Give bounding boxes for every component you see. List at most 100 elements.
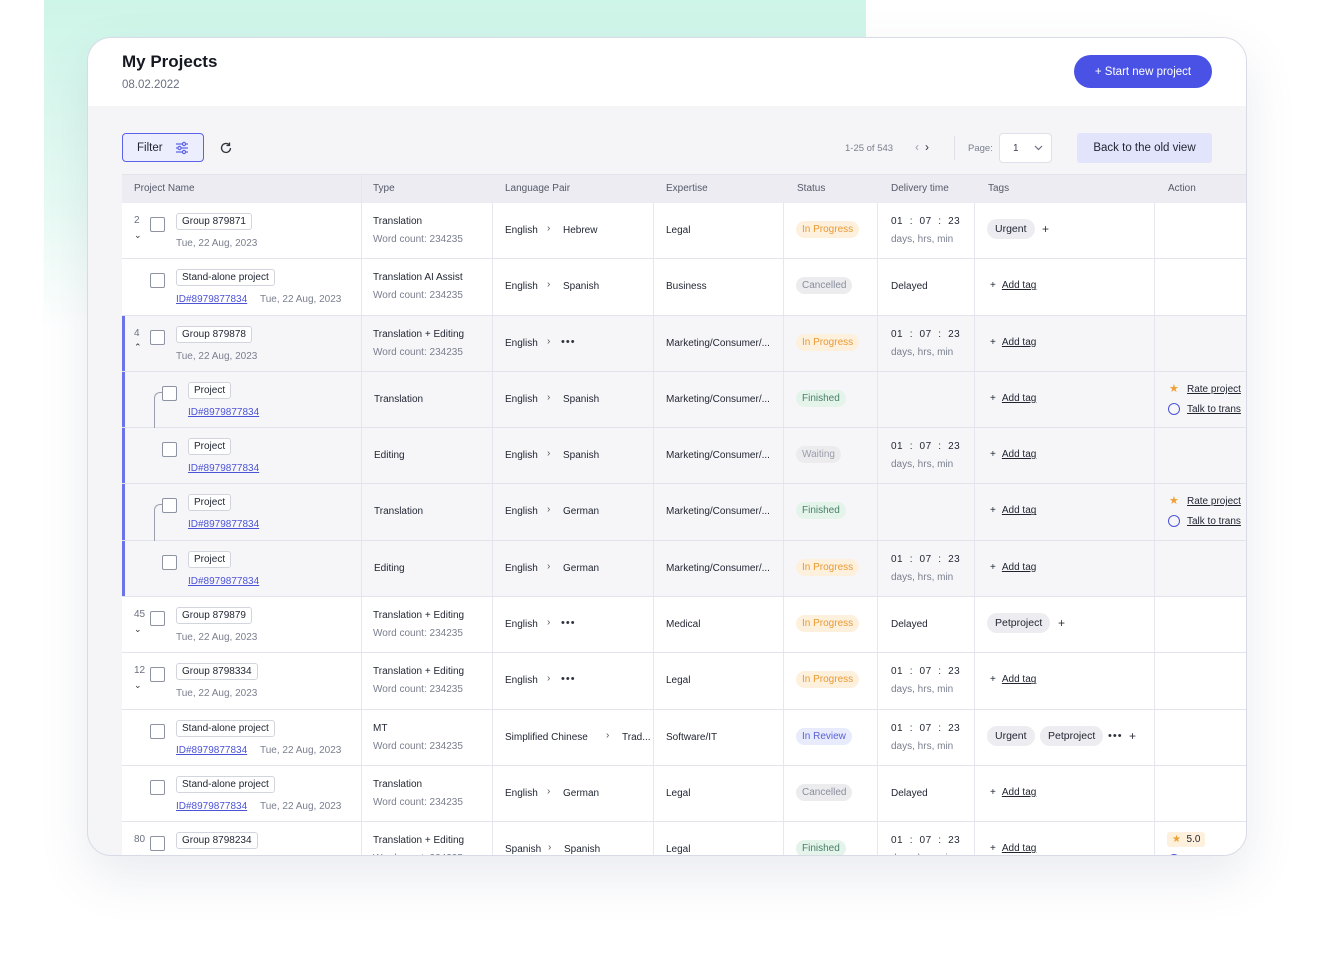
project-id-link[interactable]: ID#8979877834	[188, 519, 259, 530]
col-tags[interactable]: Tags	[988, 183, 1009, 194]
row-checkbox[interactable]	[150, 836, 165, 852]
add-tag-button[interactable]: + Add tag	[990, 280, 1036, 291]
refresh-icon[interactable]	[219, 141, 233, 155]
star-icon: ★	[1169, 382, 1179, 395]
tag-chip[interactable]: Petproject	[1040, 725, 1104, 746]
delivery-countdown: 01 : 07 : 23	[891, 441, 961, 453]
row-checkbox[interactable]	[162, 498, 177, 514]
source-language: Spanish	[505, 844, 542, 856]
col-expertise[interactable]: Expertise	[666, 183, 708, 194]
table-row[interactable]: Project ID#8979877834 Editing English › Germa…	[122, 540, 1246, 598]
group-name[interactable]: Group 879879	[176, 607, 252, 625]
row-checkbox[interactable]	[150, 329, 165, 345]
app-window: My Projects 08.02.2022 + Start new proje…	[87, 37, 1247, 856]
rate-project-link[interactable]: Rate project	[1187, 384, 1241, 395]
talk-to-translator-link[interactable]: Talk to trans	[1187, 404, 1241, 415]
row-checkbox[interactable]	[150, 273, 165, 289]
col-type[interactable]: Type	[373, 183, 395, 194]
project-name[interactable]: Stand-alone project	[176, 269, 275, 287]
table-row[interactable]: Project ID#8979877834 Translation English › G…	[122, 484, 1246, 563]
page-select[interactable]: 1	[999, 133, 1052, 163]
row-checkbox[interactable]	[150, 611, 165, 627]
table-row[interactable]: 2 ⌄ Group 879871 Tue, 22 Aug, 2023 Translati…	[122, 203, 1246, 260]
project-name[interactable]: Stand-alone project	[176, 775, 275, 793]
chevron-down-icon[interactable]: ⌄	[134, 849, 142, 855]
talk-to-translator-link[interactable]: Talk to tran	[1187, 855, 1236, 856]
chevron-up-icon[interactable]: ⌃	[134, 342, 142, 353]
delivery-units: days, hrs, min	[891, 740, 954, 752]
col-action[interactable]: Action	[1168, 183, 1196, 194]
add-tag-button[interactable]: + Add tag	[990, 843, 1036, 854]
project-name[interactable]: Project	[188, 550, 232, 568]
project-id-link[interactable]: ID#8979877834	[176, 745, 247, 756]
chevron-down-icon[interactable]: ⌄	[134, 680, 142, 691]
table-row[interactable]: 4 ⌃ Group 879878 Tue, 22 Aug, 2023 Translati…	[122, 315, 1246, 372]
add-tag-icon[interactable]: +	[1129, 729, 1136, 743]
talk-to-translator-link[interactable]: Talk to trans	[1187, 516, 1241, 527]
plus-icon: +	[990, 786, 996, 798]
filter-button[interactable]: Filter	[122, 133, 204, 162]
start-new-project-button[interactable]: + Start new project	[1074, 55, 1212, 88]
add-tag-icon[interactable]: +	[1058, 616, 1065, 630]
group-name[interactable]: Group 8798234	[176, 832, 258, 850]
table-row[interactable]: 12 ⌄ Group 8798334 Tue, 22 Aug, 2023 Transla…	[122, 653, 1246, 710]
chevron-down-icon[interactable]: ⌄	[134, 230, 142, 241]
row-checkbox[interactable]	[150, 217, 165, 232]
col-delivery-time[interactable]: Delivery time	[891, 183, 949, 194]
status-badge: Finished	[796, 389, 846, 407]
group-name[interactable]: Group 879871	[176, 213, 252, 230]
project-id-link[interactable]: ID#8979877834	[188, 407, 259, 418]
table-row[interactable]: Stand-alone project ID#8979877834 Tue, 22 …	[122, 709, 1246, 766]
table-row[interactable]: 80⌄Group 8798234Tue, 22 Aug, 2023Transla…	[122, 822, 1246, 856]
row-checkbox[interactable]	[150, 667, 165, 683]
project-id-link[interactable]: ID#8979877834	[188, 463, 259, 474]
add-tag-button[interactable]: + Add tag	[990, 787, 1036, 798]
star-icon: ★	[1169, 495, 1179, 508]
add-tag-button[interactable]: + Add tag	[990, 562, 1036, 573]
col-language-pair[interactable]: Language Pair	[505, 183, 570, 194]
chevron-down-icon[interactable]: ⌄	[134, 624, 142, 635]
table-row[interactable]: Project ID#8979877834 Translation English › S…	[122, 371, 1246, 450]
row-checkbox[interactable]	[162, 442, 177, 458]
add-tag-button[interactable]: + Add tag	[990, 674, 1036, 685]
group-name[interactable]: Group 879878	[176, 325, 252, 343]
project-name[interactable]: Project	[188, 494, 232, 512]
col-project-name[interactable]: Project Name	[134, 183, 195, 194]
table-row[interactable]: Stand-alone project ID#8979877834 Tue, 22 …	[122, 765, 1246, 823]
next-page-icon[interactable]: ›	[925, 140, 935, 154]
target-language: Hebrew	[563, 225, 598, 236]
project-id-link[interactable]: ID#8979877834	[176, 294, 247, 305]
back-to-old-view-button[interactable]: Back to the old view	[1077, 133, 1212, 163]
row-checkbox[interactable]	[162, 385, 177, 401]
tag-chip[interactable]: Urgent	[987, 219, 1035, 239]
add-tag-icon[interactable]: +	[1042, 222, 1049, 236]
table-row[interactable]: Stand-alone project ID#8979877834 Tue, 22 …	[122, 259, 1246, 316]
plus-icon: +	[990, 674, 996, 686]
more-languages-icon[interactable]: •••	[561, 617, 576, 629]
project-name[interactable]: Stand-alone project	[176, 719, 275, 737]
delivery-units: days, hrs, min	[891, 346, 954, 358]
add-tag-button[interactable]: + Add tag	[990, 505, 1036, 516]
more-languages-icon[interactable]: •••	[561, 336, 576, 348]
rate-project-link[interactable]: Rate project	[1187, 496, 1241, 507]
more-tags-icon[interactable]: •••	[1108, 730, 1123, 742]
project-name[interactable]: Project	[188, 438, 232, 456]
prev-page-icon[interactable]: ‹	[915, 140, 925, 154]
more-languages-icon[interactable]: •••	[561, 673, 576, 685]
col-status[interactable]: Status	[797, 183, 825, 194]
table-row[interactable]: Project ID#8979877834 Editing English › Spani…	[122, 428, 1246, 485]
row-checkbox[interactable]	[150, 779, 165, 795]
row-checkbox[interactable]	[162, 554, 177, 570]
row-checkbox[interactable]	[150, 723, 165, 739]
pagination-range: 1-25 of 543	[845, 143, 894, 154]
tag-chip[interactable]: Petproject	[987, 613, 1051, 634]
group-name[interactable]: Group 8798334	[176, 663, 258, 681]
project-name[interactable]: Project	[188, 381, 232, 399]
project-id-link[interactable]: ID#8979877834	[176, 801, 247, 812]
project-id-link[interactable]: ID#8979877834	[188, 576, 259, 587]
table-row[interactable]: 45 ⌄ Group 879879 Tue, 22 Aug, 2023 Translat…	[122, 597, 1246, 654]
tag-chip[interactable]: Urgent	[987, 725, 1035, 746]
add-tag-button[interactable]: + Add tag	[990, 337, 1036, 348]
add-tag-button[interactable]: + Add tag	[990, 449, 1036, 460]
add-tag-button[interactable]: + Add tag	[990, 393, 1036, 404]
